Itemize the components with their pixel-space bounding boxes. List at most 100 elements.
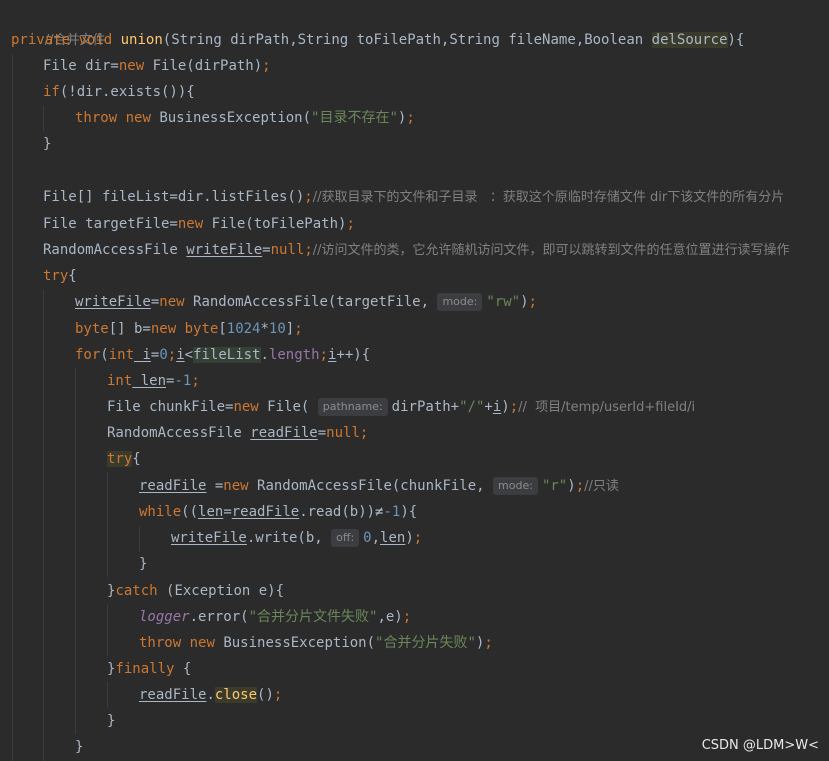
indent-guide [43,290,44,761]
variable: writeFile [186,242,263,258]
code-text: ) [567,478,576,494]
code-line-11[interactable]: try{ [43,263,77,289]
semicolon: ; [528,294,537,310]
code-text: BusinessException( [150,110,312,126]
method-name: close [214,687,258,703]
code-text: + [484,399,493,415]
code-line-1[interactable]: //合并文件 [11,1,106,48]
semicolon: ; [262,58,271,74]
semicolon: ; [359,425,369,441]
code-text: RandomAccessFile(chunkFile, [248,478,485,494]
static-field: logger [139,609,190,625]
semicolon: ; [402,609,412,625]
code-line-16[interactable]: File chunkFile=new File( pathname: dirPat… [107,394,695,420]
code-line-21[interactable]: writeFile.write(b, off: 0,len); [171,525,422,551]
code-line-10[interactable]: RandomAccessFile writeFile=null;//访问文件的类… [43,237,790,263]
parameter-hint: pathname: [317,398,388,416]
code-line-17[interactable]: RandomAccessFile readFile=null; [107,420,368,446]
keyword: if [43,84,60,100]
semicolon: ; [575,478,585,494]
number-literal: -1 [383,504,401,520]
code-line-12[interactable]: writeFile=new RandomAccessFile(targetFil… [75,289,537,315]
number-literal: 0 [159,347,168,363]
code-line-18[interactable]: try{ [107,446,141,472]
code-text: ){ [727,32,745,48]
code-text: (( [181,504,199,520]
code-text: File dir= [43,58,119,74]
semicolon: ; [294,321,303,337]
code-line-28[interactable]: } [107,708,115,734]
code-text: (!dir.exists()){ [59,84,195,100]
string-literal: "rw" [486,294,521,310]
code-line-9[interactable]: File targetFile=new File(toFilePath); [43,211,355,237]
code-line-14[interactable]: for(int i=0;i<fileList.length;i++){ [75,342,370,368]
code-line-5[interactable]: throw new BusinessException("目录不存在"); [75,105,415,131]
code-text: } [107,713,116,729]
keyword: catch [115,583,158,599]
code-line-23[interactable]: }catch (Exception e){ [107,578,284,604]
code-text: ] [285,321,295,337]
code-line-4[interactable]: if(!dir.exists()){ [43,79,195,105]
code-line-24[interactable]: logger.error("合并分片文件失败",e); [139,604,411,630]
variable: len [198,504,224,520]
code-line-15[interactable]: int len=-1; [107,368,200,394]
keyword: null [270,242,305,258]
highlighted-variable: fileList [193,347,261,363]
semicolon: ; [304,242,313,258]
code-line-22[interactable]: } [139,551,147,577]
code-text: (Exception e){ [157,583,285,599]
code-line-27[interactable]: readFile.close(); [139,682,282,708]
keyword: new [159,294,185,310]
code-line-2[interactable]: private void union(String dirPath,String… [11,27,744,53]
code-line-29[interactable]: } [75,734,83,760]
code-text: File( [258,399,310,415]
variable: i [134,347,151,363]
code-line-20[interactable]: while((len=readFile.read(b))≠-1){ [139,499,417,525]
code-text: File(toFilePath) [203,216,347,232]
semicolon: ; [191,373,200,389]
indent-guide [75,368,76,734]
code-text: . [206,687,215,703]
keyword: new [233,399,259,415]
code-text: = [223,504,232,520]
code-text: .write(b, [246,530,323,546]
number-literal: 0 [363,530,372,546]
code-line-25[interactable]: throw new BusinessException("合并分片失败"); [139,630,493,656]
code-text: ( [100,347,109,363]
number-literal: 1024 [226,321,261,337]
variable: readFile [231,504,300,520]
code-line-13[interactable]: byte[] b=new byte[1024*10]; [75,316,303,342]
code-text: [ [218,321,227,337]
code-line-8[interactable]: File[] fileList=dir.listFiles();//获取目录下的… [43,184,784,210]
code-line-3[interactable]: File dir=new File(dirPath); [43,53,271,79]
keyword: throw [75,110,118,126]
code-text: () [257,687,274,703]
code-text: (String dirPath,String toFilePath,String… [162,32,652,48]
semicolon: ; [406,110,415,126]
code-text: ) [520,294,529,310]
code-text: File(dirPath) [144,58,263,74]
code-text: { [174,661,192,677]
code-editor[interactable]: //合并文件 private void union(String dirPath… [0,0,829,761]
method-name: union [120,32,163,48]
code-text: * [260,321,269,337]
keyword: new [189,635,215,651]
string-literal: "合并分片文件失败" [248,609,378,625]
code-line-19[interactable]: readFile =new RandomAccessFile(chunkFile… [139,473,619,499]
keyword: new [177,216,204,232]
parameter-hint: mode: [437,293,483,311]
keyword: int [108,347,135,363]
comment: //访问文件的类，它允许随机访问文件，即可以跳转到文件的任意位置进行读写操作 [312,243,790,258]
keyword: new [125,110,151,126]
code-line-6[interactable]: } [43,131,51,157]
code-text: [] b= [108,321,151,337]
keyword: throw [139,635,182,651]
semicolon: ; [304,189,313,205]
indent-guide [107,472,108,577]
code-text: ,e) [377,609,403,625]
code-text: BusinessException( [214,635,376,651]
field: length [268,347,320,363]
keyword: null [326,425,360,441]
keyword: byte [176,321,219,337]
code-line-26[interactable]: }finally { [107,656,191,682]
